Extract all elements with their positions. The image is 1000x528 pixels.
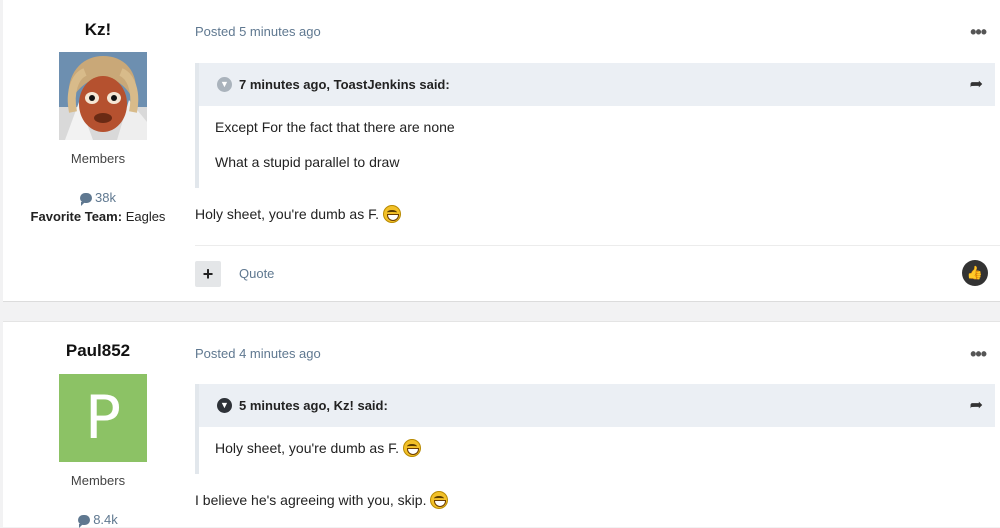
forum-post: Paul852 P Members 8.4k Posted 4 minutes … <box>3 321 1000 528</box>
post-body: Holy sheet, you're dumb as F. <box>195 205 401 223</box>
comment-bubble-icon <box>80 193 93 206</box>
quote-citation[interactable]: 5 minutes ago, Kz! said: <box>239 398 388 413</box>
post-timestamp[interactable]: Posted 5 minutes ago <box>195 24 321 39</box>
multiquote-add-button[interactable]: + <box>195 261 221 287</box>
favorite-team-value: Eagles <box>125 209 166 224</box>
quote-block: ▼ 7 minutes ago, ToastJenkins said: ➦ Ex… <box>195 63 995 188</box>
ellipsis-icon[interactable]: ••• <box>970 22 987 43</box>
ellipsis-icon[interactable]: ••• <box>970 344 987 365</box>
avatar[interactable] <box>59 52 147 140</box>
forum-post: Kz! Members 38k Favorite Team: Eagles Po… <box>3 0 1000 302</box>
thumbs-up-icon[interactable]: 👍 <box>962 260 988 286</box>
quote-body: Holy sheet, you're dumb as F. <box>199 427 995 474</box>
grin-emoji-icon <box>382 205 401 223</box>
post-count[interactable]: 8.4k <box>3 512 193 528</box>
post-count-value: 8.4k <box>93 512 118 527</box>
comment-bubble-icon <box>78 515 91 528</box>
divider <box>195 245 1000 246</box>
post-count-value: 38k <box>95 190 116 205</box>
share-arrow-icon[interactable]: ➦ <box>970 74 983 94</box>
quote-line: What a stupid parallel to draw <box>215 154 400 170</box>
grin-emoji-icon <box>430 491 449 509</box>
chevron-down-icon[interactable]: ▼ <box>217 398 232 413</box>
favorite-team-label: Favorite Team: <box>30 209 123 224</box>
post-count[interactable]: 38k <box>3 190 193 206</box>
quote-line: Holy sheet, you're dumb as F. <box>215 431 995 466</box>
quote-line-text: Holy sheet, you're dumb as F. <box>215 440 399 456</box>
quote-button[interactable]: Quote <box>239 266 274 281</box>
reply-text: I believe he's agreeing with you, skip. <box>195 492 427 508</box>
quote-citation[interactable]: 7 minutes ago, ToastJenkins said: <box>239 77 450 92</box>
quote-block: ▼ 5 minutes ago, Kz! said: ➦ Holy sheet,… <box>195 384 995 474</box>
post-body: I believe he's agreeing with you, skip. <box>195 491 449 509</box>
post-timestamp[interactable]: Posted 4 minutes ago <box>195 346 321 361</box>
author-name[interactable]: Kz! <box>3 20 193 40</box>
author-name[interactable]: Paul852 <box>3 341 193 361</box>
avatar[interactable]: P <box>59 374 147 462</box>
member-group: Members <box>70 151 126 166</box>
share-arrow-icon[interactable]: ➦ <box>970 395 983 415</box>
quote-body: Except For the fact that there are none … <box>199 106 995 188</box>
favorite-team: Favorite Team: Eagles <box>3 209 193 224</box>
member-group: Members <box>70 473 126 488</box>
quote-header: ▼ 7 minutes ago, ToastJenkins said: ➦ <box>199 63 995 106</box>
reply-text: Holy sheet, you're dumb as F. <box>195 206 379 222</box>
grin-emoji-icon <box>402 439 421 457</box>
chevron-down-icon[interactable]: ▼ <box>217 77 232 92</box>
quote-line: Except For the fact that there are none <box>215 119 455 135</box>
quote-header: ▼ 5 minutes ago, Kz! said: ➦ <box>199 384 995 427</box>
